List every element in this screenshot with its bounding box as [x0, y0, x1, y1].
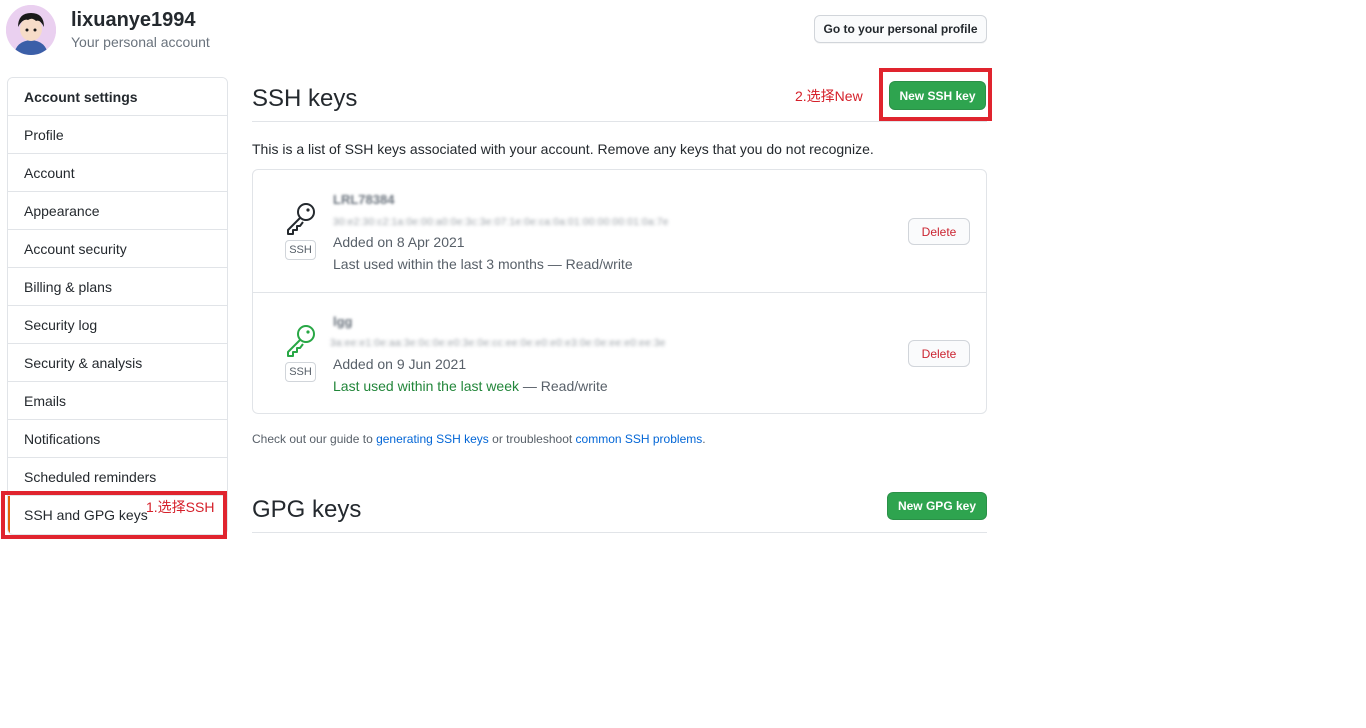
guide-suffix: .: [702, 432, 706, 446]
sidebar-item-account-security[interactable]: Account security: [8, 230, 227, 268]
ssh-title-divider: [252, 121, 987, 122]
ssh-key-fingerprint: 3a:ee:e1:0e:aa:3e:0c:0e:e0:3e:0e:cc:ee:0…: [330, 338, 666, 349]
sidebar-item-profile[interactable]: Profile: [8, 116, 227, 154]
annotation-select-new: 2.选择New: [795, 88, 863, 104]
ssh-key-row: SSH lgg 3a:ee:e1:0e:aa:3e:0c:0e:e0:3e:0e…: [253, 292, 986, 414]
new-gpg-key-button[interactable]: New GPG key: [887, 492, 987, 520]
ssh-key-title: LRL78384: [333, 192, 395, 207]
sidebar-item-billing[interactable]: Billing & plans: [8, 268, 227, 306]
generating-ssh-keys-link[interactable]: generating SSH keys: [376, 432, 489, 446]
common-ssh-problems-link[interactable]: common SSH problems: [576, 432, 703, 446]
ssh-key-last-used-text: Last used within the last 3 months: [333, 256, 544, 272]
sidebar-item-appearance[interactable]: Appearance: [8, 192, 227, 230]
ssh-key-access: — Read/write: [547, 256, 633, 272]
settings-sidebar: Account settings Profile Account Appeara…: [7, 77, 228, 535]
ssh-key-added-date: Added on 9 Jun 2021: [333, 356, 467, 372]
annotation-select-ssh: 1.选择SSH: [146, 499, 215, 515]
ssh-description: This is a list of SSH keys associated wi…: [252, 141, 874, 157]
guide-prefix: Check out our guide to: [252, 432, 377, 446]
ssh-key-added-date: Added on 8 Apr 2021: [333, 234, 465, 250]
ssh-key-last-used-text: Last used within the last week: [333, 378, 519, 394]
sidebar-item-security-log[interactable]: Security log: [8, 306, 227, 344]
ssh-key-fingerprint: 30:e2:30:c2:1a:0e:00:a0:0e:3c:3e:07:1e:0…: [333, 217, 669, 228]
ssh-key-last-used: Last used within the last week — Read/wr…: [333, 378, 608, 394]
go-to-profile-button[interactable]: Go to your personal profile: [814, 15, 987, 43]
ssh-keys-title: SSH keys: [252, 85, 358, 112]
ssh-key-row: SSH LRL78384 30:e2:30:c2:1a:0e:00:a0:0e:…: [253, 170, 986, 293]
delete-ssh-key-button[interactable]: Delete: [908, 340, 970, 367]
ssh-type-badge: SSH: [285, 362, 316, 382]
sidebar-item-account[interactable]: Account: [8, 154, 227, 192]
gpg-title-divider: [252, 532, 987, 533]
ssh-key-last-used: Last used within the last 3 months — Rea…: [333, 256, 633, 272]
sidebar-item-emails[interactable]: Emails: [8, 382, 227, 420]
guide-middle: or troubleshoot: [488, 432, 576, 446]
ssh-key-access: — Read/write: [522, 378, 608, 394]
key-icon: [287, 325, 315, 357]
ssh-type-badge: SSH: [285, 240, 316, 260]
avatar[interactable]: [6, 5, 56, 55]
sidebar-item-notifications[interactable]: Notifications: [8, 420, 227, 458]
account-subtitle: Your personal account: [71, 34, 210, 50]
key-icon: [287, 203, 315, 235]
ssh-keys-list: SSH LRL78384 30:e2:30:c2:1a:0e:00:a0:0e:…: [252, 169, 987, 414]
gpg-keys-title: GPG keys: [252, 496, 362, 523]
ssh-guide-text: Check out our guide to generating SSH ke…: [252, 432, 706, 446]
ssh-key-title: lgg: [333, 314, 353, 329]
sidebar-item-security-analysis[interactable]: Security & analysis: [8, 344, 227, 382]
annotation-box-new-ssh-key: [879, 68, 992, 121]
sidebar-heading: Account settings: [8, 78, 227, 116]
delete-ssh-key-button[interactable]: Delete: [908, 218, 970, 245]
account-username[interactable]: lixuanye1994: [71, 9, 196, 32]
